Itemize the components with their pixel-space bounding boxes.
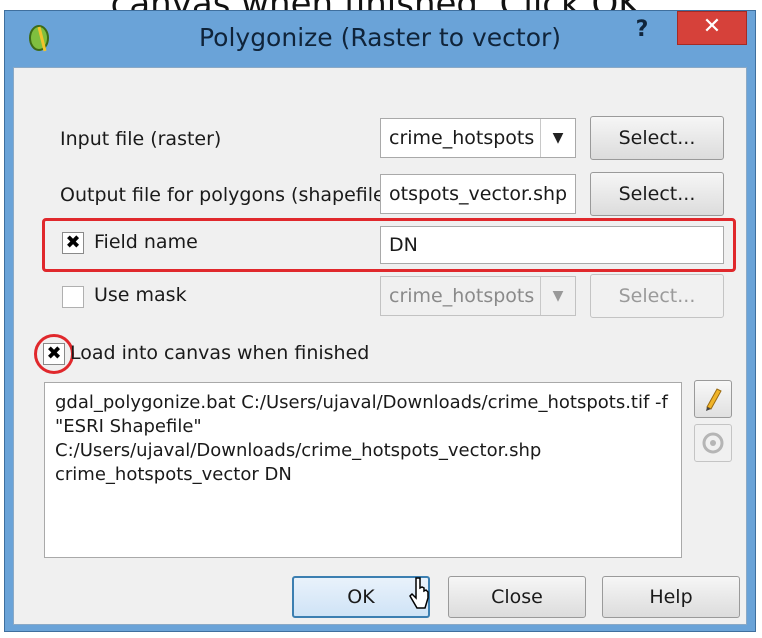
input-file-label: Input file (raster) bbox=[60, 128, 222, 150]
chevron-down-icon[interactable]: ▼ bbox=[540, 277, 575, 315]
field-name-input[interactable]: DN bbox=[380, 226, 724, 264]
title-help-button[interactable]: ? bbox=[623, 15, 661, 45]
mask-value: crime_hotspots bbox=[389, 285, 535, 307]
close-button[interactable]: Close bbox=[448, 576, 586, 618]
output-file-field[interactable]: otspots_vector.shp bbox=[380, 174, 576, 214]
field-name-label: Field name bbox=[94, 231, 198, 253]
use-mask-checkbox[interactable] bbox=[62, 286, 84, 308]
chevron-down-icon[interactable]: ▼ bbox=[540, 119, 575, 157]
input-file-combo[interactable]: crime_hotspots ▼ bbox=[380, 118, 576, 158]
reset-icon bbox=[702, 432, 724, 454]
title-close-button[interactable]: ✕ bbox=[677, 11, 747, 45]
load-into-canvas-label: Load into canvas when finished bbox=[70, 342, 370, 364]
title-bar: Polygonize (Raster to vector) ? ✕ bbox=[5, 11, 755, 67]
load-into-canvas-checkbox[interactable]: ✖ bbox=[43, 343, 65, 365]
mask-select-button[interactable]: Select... bbox=[590, 274, 724, 318]
use-mask-label: Use mask bbox=[94, 284, 187, 306]
dialog-body: Input file (raster) crime_hotspots ▼ Sel… bbox=[13, 67, 747, 625]
edit-command-button[interactable] bbox=[694, 380, 732, 418]
output-file-label: Output file for polygons (shapefile) bbox=[60, 184, 393, 206]
mask-combo[interactable]: crime_hotspots ▼ bbox=[380, 276, 576, 316]
reset-command-button[interactable] bbox=[694, 424, 732, 462]
input-file-value: crime_hotspots bbox=[389, 127, 535, 149]
pencil-icon bbox=[706, 388, 722, 411]
help-button[interactable]: Help bbox=[602, 576, 740, 618]
mouse-pointer-icon bbox=[409, 577, 429, 609]
command-text-area[interactable]: gdal_polygonize.bat C:/Users/ujaval/Down… bbox=[44, 382, 682, 558]
field-name-checkbox[interactable]: ✖ bbox=[62, 232, 84, 254]
input-select-button[interactable]: Select... bbox=[590, 116, 724, 160]
output-select-button[interactable]: Select... bbox=[590, 172, 724, 216]
polygonize-dialog: Polygonize (Raster to vector) ? ✕ Input … bbox=[4, 10, 756, 632]
